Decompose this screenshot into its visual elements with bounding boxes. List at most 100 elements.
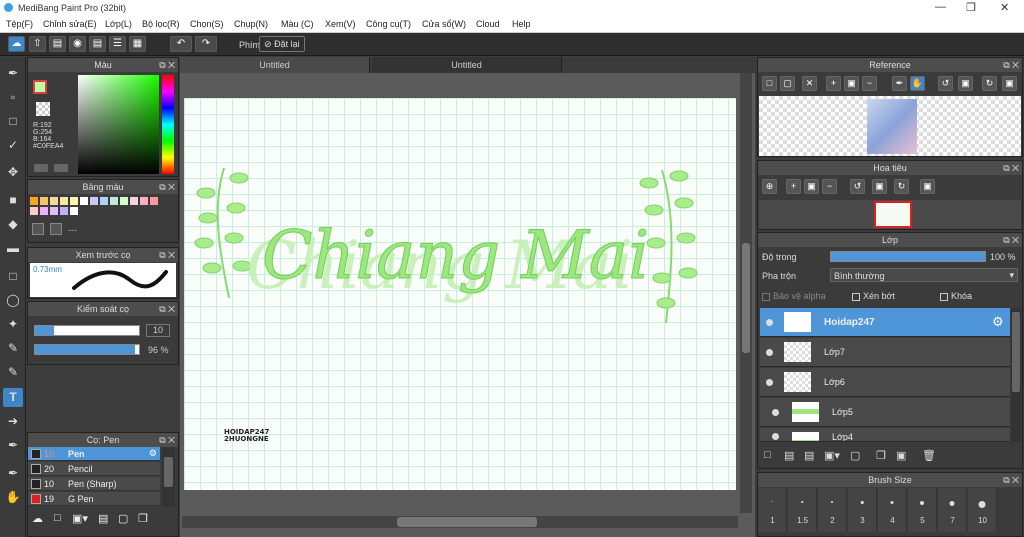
delete-palette-icon[interactable] [50, 223, 62, 235]
cloud-upload-icon[interactable]: ☁ [32, 512, 43, 525]
menu-layer[interactable]: Lớp(L) [105, 19, 132, 29]
navigator-viewport[interactable] [874, 201, 912, 228]
zoom-in-icon[interactable]: + [786, 179, 801, 194]
palette-swatch[interactable] [90, 197, 98, 205]
color-mode-button[interactable] [34, 164, 48, 172]
palette-swatch[interactable] [30, 207, 38, 215]
brush-tool-icon[interactable]: ✒ [3, 64, 23, 83]
new-8bit-layer-icon[interactable]: ▤ [804, 449, 814, 462]
rotate-right-icon[interactable]: ↻ [982, 76, 997, 91]
drawing-canvas[interactable]: Chiang Mai Chiang Mai HOIDAP247 2HUONGNE [184, 98, 736, 490]
menu-capture[interactable]: Chụp(N) [234, 19, 268, 29]
brush-item[interactable]: 19 G Pen [28, 492, 160, 506]
folder-icon[interactable]: ▢ [118, 512, 128, 525]
palette-swatch[interactable] [130, 197, 138, 205]
saturation-value-picker[interactable] [78, 75, 159, 174]
palette-swatch[interactable] [150, 197, 158, 205]
palette-swatch[interactable] [100, 197, 108, 205]
tab-document-1[interactable]: Untitled [180, 57, 370, 73]
close-reference-icon[interactable]: ✕ [802, 76, 817, 91]
duplicate-icon[interactable]: ❐ [138, 512, 148, 525]
lasso-tool-icon[interactable]: ◯ [3, 291, 23, 310]
palette-swatch[interactable] [30, 197, 38, 205]
rectangle-tool-icon[interactable]: □ [3, 112, 23, 131]
sub-color-swatch[interactable] [36, 102, 50, 116]
palette-swatch[interactable] [140, 197, 148, 205]
protect-alpha-checkbox[interactable]: Bảo vệ alpha [762, 291, 826, 301]
dropper-tool-icon[interactable]: ✒ [3, 436, 23, 455]
layer-row[interactable]: Lớp6 [760, 368, 1010, 397]
rotate-left-icon[interactable]: ↺ [850, 179, 865, 194]
gear-icon[interactable]: ⚙ [149, 448, 157, 459]
brush-size-preset[interactable]: 3 [848, 488, 877, 532]
brush-opacity-slider[interactable] [34, 344, 140, 355]
list-icon[interactable]: ☰ [109, 36, 126, 52]
new-layer-icon[interactable]: □ [764, 449, 771, 461]
visibility-eye-icon[interactable] [766, 319, 773, 326]
select-pen-icon[interactable]: ✎ [3, 339, 23, 358]
panel-close-icon[interactable]: ⧉ ✕ [159, 433, 175, 447]
layer-row[interactable]: Lớp4 [760, 428, 1010, 442]
merge-layer-icon[interactable]: ▣ [896, 449, 906, 462]
brush-size-preset[interactable]: 1 [758, 488, 787, 532]
clipping-checkbox[interactable]: Xén bớt [852, 291, 895, 301]
new-halftone-layer-icon[interactable]: ▤ [784, 449, 794, 462]
zoom-out-icon[interactable]: − [822, 179, 837, 194]
panel-close-icon[interactable]: ⧉ ✕ [159, 302, 175, 316]
undo-icon[interactable]: ↶ [170, 36, 192, 52]
layer-opacity-slider[interactable] [830, 251, 986, 262]
menu-cloud[interactable]: Cloud [476, 19, 500, 29]
dropper-icon[interactable]: ✒ [892, 76, 907, 91]
menu-filter[interactable]: Bộ lọc(R) [142, 19, 180, 29]
move-tool-icon[interactable]: ✥ [3, 163, 23, 182]
zoom-out-icon[interactable]: − [862, 76, 877, 91]
open-reference-icon[interactable]: □ [762, 76, 777, 91]
layer-row[interactable]: Hoidap247 ⚙ [760, 308, 1010, 337]
palette-swatch[interactable] [40, 207, 48, 215]
panel-close-icon[interactable]: ⧉ ✕ [1003, 473, 1019, 487]
share-icon[interactable]: ⇧ [29, 36, 46, 52]
brush-size-preset[interactable]: 10 [968, 488, 997, 532]
chat-icon[interactable]: ◉ [69, 36, 86, 52]
magic-wand-icon[interactable]: ✦ [3, 315, 23, 334]
folder-icon[interactable]: ▢ [780, 76, 795, 91]
add-brush-icon[interactable]: ▣▾ [72, 512, 88, 525]
menu-tools[interactable]: Công cụ(T) [366, 19, 411, 29]
palette-swatch[interactable] [110, 197, 118, 205]
brush-item[interactable]: 10 Pen (Sharp) [28, 477, 160, 491]
rotate-left-icon[interactable]: ↺ [938, 76, 953, 91]
gear-icon[interactable]: ⚙ [992, 314, 1004, 330]
comment-icon[interactable]: ▤ [49, 36, 66, 52]
menu-help[interactable]: Help [512, 19, 531, 29]
rotate-reset-icon[interactable]: ▣ [958, 76, 973, 91]
panel-close-icon[interactable]: ⧉ ✕ [1003, 58, 1019, 72]
palette-swatch[interactable] [40, 197, 48, 205]
gradient-tool-icon[interactable]: ▬ [3, 239, 23, 258]
brush-item[interactable]: 20 Pencil [28, 462, 160, 476]
fit-icon[interactable]: ▣ [804, 179, 819, 194]
select-eraser-icon[interactable]: ✎ [3, 363, 23, 382]
brush-item[interactable]: 10 Pen ⚙ [28, 447, 160, 461]
bucket-tool-icon[interactable]: ◆ [3, 215, 23, 234]
eyedropper-icon[interactable]: ✒ [3, 464, 23, 483]
palette-swatch[interactable] [60, 207, 68, 215]
lock-checkbox[interactable]: Khóa [940, 291, 972, 301]
fill-rect-icon[interactable]: ■ [3, 191, 23, 210]
menu-edit[interactable]: Chỉnh sửa(E) [43, 19, 97, 29]
layer-row[interactable]: Lớp7 [760, 338, 1010, 367]
eraser-tool-icon[interactable]: ▫ [3, 88, 23, 107]
duplicate-layer-icon[interactable]: ❐ [876, 449, 886, 462]
rotate-reset-icon[interactable]: ▣ [872, 179, 887, 194]
folder-icon[interactable]: ▢ [850, 449, 860, 462]
brush-size-preset[interactable]: 5 [908, 488, 937, 532]
restore-icon[interactable]: ❐ [966, 1, 976, 14]
palette-swatch[interactable] [50, 207, 58, 215]
brush-size-preset[interactable]: 2 [818, 488, 847, 532]
brush-size-preset[interactable]: 1.5 [788, 488, 817, 532]
zoom-search-icon[interactable]: ⊕ [762, 179, 777, 194]
color-swap-button[interactable] [54, 164, 68, 172]
menu-color[interactable]: Màu (C) [281, 19, 314, 29]
minimize-icon[interactable]: — [935, 1, 946, 13]
menu-file[interactable]: Tệp(F) [6, 19, 33, 29]
palette-swatch[interactable] [50, 197, 58, 205]
